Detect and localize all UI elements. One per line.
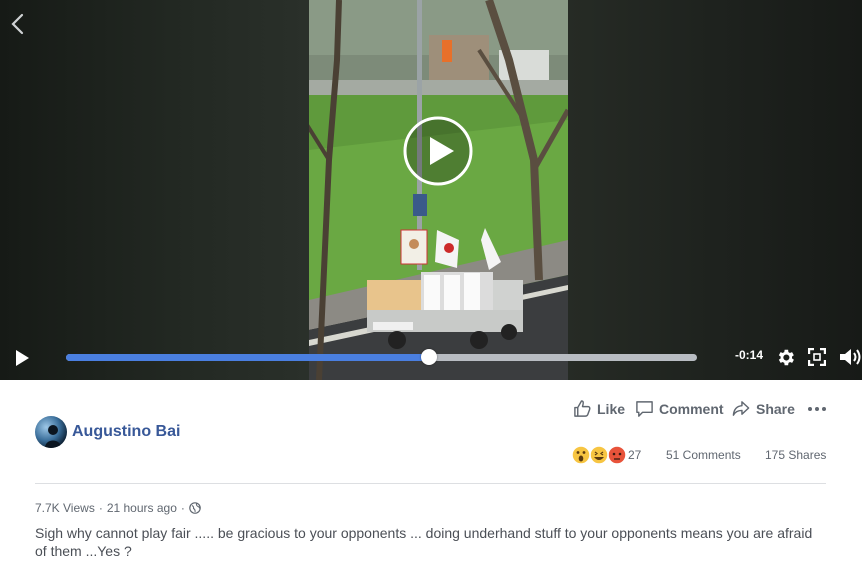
haha-icon — [589, 445, 609, 465]
more-options-button[interactable] — [807, 399, 827, 419]
play-circle-icon — [403, 116, 473, 186]
ellipsis-icon — [808, 407, 826, 411]
fullscreen-button[interactable] — [807, 347, 827, 367]
comments-count-link[interactable]: 51 Comments — [666, 448, 741, 462]
comment-label: Comment — [659, 400, 724, 417]
back-chevron-icon[interactable] — [8, 12, 28, 36]
play-button[interactable] — [12, 348, 32, 368]
comment-button[interactable]: Comment — [635, 399, 724, 418]
video-scene — [309, 0, 568, 380]
timestamp-link[interactable]: 21 hours ago — [107, 501, 177, 515]
video-blur-left — [0, 0, 309, 380]
video-controls-bar: -0:14 — [0, 340, 862, 376]
wow-icon — [571, 445, 591, 465]
settings-button[interactable] — [775, 347, 796, 368]
post-meta: 7.7K Views · 21 hours ago · — [35, 501, 201, 515]
progress-fill — [66, 354, 429, 361]
profile-picture — [35, 416, 67, 448]
share-button[interactable]: Share — [731, 399, 795, 418]
reaction-icons[interactable] — [571, 445, 627, 465]
like-label: Like — [597, 400, 626, 417]
video-frame — [309, 0, 568, 380]
progress-scrubber[interactable] — [420, 349, 437, 365]
fullscreen-icon — [807, 347, 827, 367]
speech-bubble-icon — [636, 401, 653, 417]
reactions-count[interactable]: 27 — [628, 448, 641, 462]
progress-bar[interactable] — [66, 349, 697, 365]
angry-icon — [607, 445, 627, 465]
share-label: Share — [756, 400, 795, 417]
time-remaining: -0:14 — [734, 348, 763, 362]
avatar[interactable] — [35, 416, 67, 448]
thumbs-up-icon — [574, 400, 591, 417]
share-arrow-icon — [732, 401, 750, 416]
play-icon — [16, 350, 29, 366]
author-name-link[interactable]: Augustino Bai — [72, 423, 180, 441]
video-blur-right — [568, 0, 862, 380]
volume-button[interactable] — [838, 346, 862, 368]
shares-count-link[interactable]: 175 Shares — [765, 448, 826, 462]
separator-dot: · — [98, 501, 103, 515]
play-overlay-button[interactable] — [403, 116, 473, 186]
like-button[interactable]: Like — [573, 399, 625, 418]
globe-icon[interactable] — [189, 502, 201, 514]
volume-icon — [840, 349, 861, 365]
video-player[interactable]: -0:14 — [0, 0, 862, 380]
gear-icon — [778, 349, 794, 366]
separator-dot: · — [180, 501, 185, 515]
view-count: 7.7K Views — [35, 501, 95, 515]
divider — [35, 483, 826, 484]
post-caption: Sigh why cannot play fair ..... be graci… — [35, 525, 813, 559]
